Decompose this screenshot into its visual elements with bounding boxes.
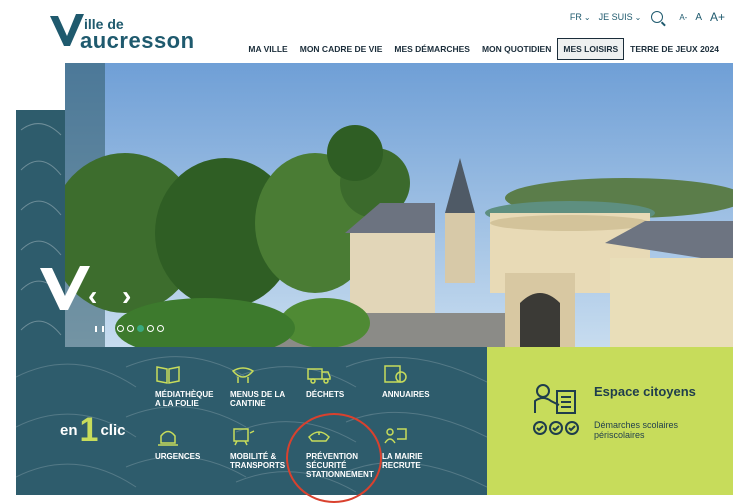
nav-mon-quotidien[interactable]: MON QUOTIDIEN — [476, 38, 557, 60]
transport-icon — [233, 428, 255, 446]
quick-link-annuaires[interactable]: ANNUAIRES — [382, 363, 456, 399]
logo-v-icon — [40, 266, 90, 310]
nav-mon-cadre-de-vie[interactable]: MON CADRE DE VIE — [294, 38, 389, 60]
quick-link-label: LA MAIRIE RECRUTE — [382, 452, 423, 471]
quick-link-recrutement[interactable]: LA MAIRIE RECRUTE — [382, 425, 456, 470]
hero-image — [65, 63, 733, 347]
book-icon — [156, 366, 180, 384]
font-size-default[interactable]: A — [695, 12, 702, 23]
quick-link-label: ANNUAIRES — [382, 390, 430, 399]
quick-link-label: MENUS DE LA CANTINE — [230, 390, 286, 409]
slider-dot[interactable] — [127, 325, 134, 332]
quick-link-label: MOBILITÉ & TRANSPORTS — [230, 452, 286, 471]
nav-mes-demarches[interactable]: MES DÉMARCHES — [388, 38, 476, 60]
food-icon — [231, 367, 255, 383]
slider-dot[interactable] — [157, 325, 164, 332]
nav-mes-loisirs[interactable]: MES LOISIRS — [557, 38, 625, 60]
citizen-portal-icon — [533, 384, 579, 435]
quick-link-label: MÉDIATHÈQUE A LA FOLIE — [155, 390, 214, 409]
highlight-circle — [286, 413, 382, 503]
quick-link-menus-cantine[interactable]: MENUS DE LA CANTINE — [230, 363, 304, 408]
quick-link-urgences[interactable]: URGENCES — [155, 425, 229, 461]
quick-link-mediatheque[interactable]: MÉDIATHÈQUE A LA FOLIE — [155, 363, 229, 408]
slider-next-button[interactable]: › — [122, 280, 131, 312]
language-select[interactable]: FR ⌄ — [570, 12, 591, 22]
directory-icon — [384, 365, 407, 383]
search-icon[interactable] — [651, 11, 664, 23]
main-nav: MA VILLE MON CADRE DE VIE MES DÉMARCHES … — [242, 38, 725, 60]
logo-text-main: aucresson — [80, 28, 195, 53]
espace-citoyens-panel[interactable]: Espace citoyens Démarches scolaires péri… — [487, 347, 733, 495]
slider-prev-button[interactable]: ‹ — [88, 280, 97, 312]
font-size-decrease[interactable]: A- — [679, 13, 687, 22]
site-logo[interactable]: ille de aucresson — [48, 10, 218, 53]
alarm-icon — [158, 430, 178, 446]
quick-link-dechets[interactable]: DÉCHETS — [306, 363, 380, 399]
truck-icon — [307, 368, 331, 384]
slider-controls — [95, 325, 164, 332]
chevron-down-icon: ⌄ — [634, 12, 642, 22]
slider-dot[interactable] — [117, 325, 124, 332]
espace-citoyens-subtitle: Démarches scolaires périscolaires — [594, 420, 679, 441]
je-suis-select[interactable]: JE SUIS ⌄ — [599, 12, 642, 22]
espace-citoyens-title: Espace citoyens — [594, 384, 696, 399]
town-photo — [65, 63, 733, 347]
en-1-clic-label: en 1 clic — [60, 411, 126, 449]
font-size-increase[interactable]: A+ — [710, 10, 725, 24]
slider-dot-active[interactable] — [137, 325, 144, 332]
slider-dot[interactable] — [147, 325, 154, 332]
nav-ma-ville[interactable]: MA VILLE — [242, 38, 293, 60]
quick-link-label: DÉCHETS — [306, 390, 345, 399]
nav-terre-de-jeux-2024[interactable]: TERRE DE JEUX 2024 — [624, 38, 725, 60]
recruit-icon — [384, 428, 407, 444]
pause-icon[interactable] — [95, 325, 104, 332]
chevron-down-icon: ⌄ — [583, 12, 591, 22]
utility-bar: FR ⌄ JE SUIS ⌄ A- A A+ — [570, 10, 725, 24]
quick-link-label: URGENCES — [155, 452, 201, 461]
